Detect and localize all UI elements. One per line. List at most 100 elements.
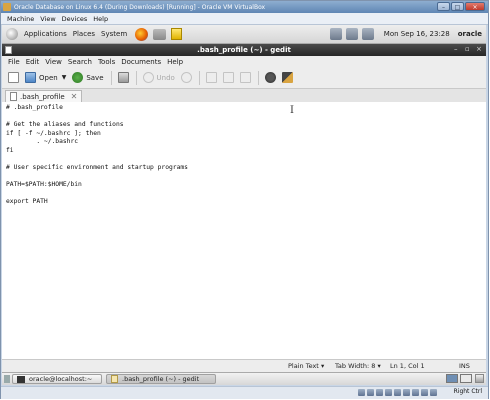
tab-label: .bash_profile xyxy=(20,92,65,101)
print-button[interactable] xyxy=(117,72,129,83)
binoculars-icon xyxy=(264,72,276,83)
tab-close-icon[interactable]: ✕ xyxy=(71,92,78,101)
taskbar-item-terminal[interactable]: oracle@localhost:~ xyxy=(12,374,102,384)
workspace-1[interactable] xyxy=(446,374,458,383)
toolbar-separator xyxy=(110,70,112,85)
vbox-minimize-button[interactable]: – xyxy=(437,2,450,11)
virtualbox-statusbar: Right Ctrl xyxy=(1,386,488,399)
menu-help[interactable]: Help xyxy=(167,58,183,66)
updates-icon[interactable] xyxy=(361,28,374,40)
show-desktop-icon[interactable] xyxy=(4,375,10,383)
panel-user-name[interactable]: oracle xyxy=(458,30,482,38)
vbox-close-button[interactable]: × xyxy=(465,2,485,11)
undo-icon xyxy=(142,72,154,83)
cut-button[interactable] xyxy=(205,72,217,83)
places-menu[interactable]: Places xyxy=(73,30,95,38)
language-chevron-icon: ▾ xyxy=(320,362,325,370)
tab-width-selector[interactable]: Tab Width: 8 ▾ xyxy=(335,362,381,370)
copy-button[interactable] xyxy=(222,72,234,83)
open-button[interactable]: Open ▼ xyxy=(25,72,66,83)
new-document-button[interactable] xyxy=(8,72,19,83)
document-tabbar: .bash_profile ✕ xyxy=(2,89,486,103)
replace-button[interactable] xyxy=(281,72,293,83)
taskbar-item-label: oracle@localhost:~ xyxy=(29,375,93,383)
gnome-foot-icon[interactable] xyxy=(6,28,18,40)
new-document-icon xyxy=(8,72,19,83)
find-replace-icon xyxy=(281,72,293,83)
shared-folders-icon[interactable] xyxy=(385,389,392,396)
virtualbox-titlebar[interactable]: Oracle Database on Linux 6.4 (During Dow… xyxy=(1,1,488,13)
display-status-icon[interactable] xyxy=(403,389,410,396)
cursor-position: Ln 1, Col 1 xyxy=(390,362,425,370)
network-icon[interactable] xyxy=(345,28,358,40)
terminal-icon xyxy=(17,375,25,383)
undo-button-label: Undo xyxy=(156,73,175,82)
menu-file[interactable]: File xyxy=(8,58,20,66)
menu-view[interactable]: View xyxy=(45,58,62,66)
virtualbox-menubar: Machine View Devices Help xyxy=(1,13,488,25)
vbox-menu-view[interactable]: View xyxy=(40,15,55,23)
host-key-label: Right Ctrl xyxy=(453,388,482,395)
settings-launcher-icon[interactable] xyxy=(153,28,167,40)
document-icon xyxy=(10,92,17,101)
language-selector[interactable]: Plain Text ▾ xyxy=(288,362,324,370)
system-menu[interactable]: System xyxy=(101,30,127,38)
menu-tools[interactable]: Tools xyxy=(98,58,115,66)
gedit-app-icon xyxy=(5,46,12,54)
usb-status-icon[interactable] xyxy=(376,389,383,396)
workspace-2[interactable] xyxy=(460,374,472,383)
toolbar-separator xyxy=(257,70,259,85)
redo-button[interactable] xyxy=(180,72,192,83)
menu-documents[interactable]: Documents xyxy=(121,58,161,66)
open-folder-icon xyxy=(25,72,36,83)
taskbar-item-label: .bash_profile (~) - gedit xyxy=(122,375,200,383)
notes-launcher-icon[interactable] xyxy=(171,28,183,40)
redo-icon xyxy=(180,72,192,83)
trash-icon[interactable] xyxy=(475,374,484,383)
gedit-titlebar[interactable]: .bash_profile (~) - gedit – ▫ × xyxy=(2,44,486,56)
paste-button[interactable] xyxy=(239,72,251,83)
vbox-menu-help[interactable]: Help xyxy=(93,15,108,23)
cdrom-status-icon[interactable] xyxy=(367,389,374,396)
print-icon xyxy=(117,72,129,83)
text-editor-area[interactable]: # .bash_profile # Get the aliases and fu… xyxy=(2,102,486,360)
firefox-launcher-icon[interactable] xyxy=(135,27,149,41)
vbox-menu-devices[interactable]: Devices xyxy=(62,15,88,23)
language-label: Plain Text xyxy=(288,362,319,370)
volume-icon[interactable] xyxy=(329,28,342,40)
editor-content[interactable]: # .bash_profile # Get the aliases and fu… xyxy=(6,104,188,206)
menu-search[interactable]: Search xyxy=(68,58,92,66)
toolbar-separator xyxy=(198,70,200,85)
taskbar-item-gedit[interactable]: .bash_profile (~) - gedit xyxy=(106,374,216,384)
virtualbox-icon xyxy=(3,3,11,11)
capture-status-icon[interactable] xyxy=(412,389,419,396)
gnome-bottom-panel: oracle@localhost:~ .bash_profile (~) - g… xyxy=(2,372,486,385)
applications-menu[interactable]: Applications xyxy=(24,30,67,38)
virtualbox-window-title: Oracle Database on Linux 6.4 (During Dow… xyxy=(14,3,266,11)
save-button[interactable]: Save xyxy=(72,72,104,83)
gedit-maximize-button[interactable]: ▫ xyxy=(465,45,470,53)
toolbar-separator xyxy=(135,70,137,85)
insert-mode-indicator: INS xyxy=(459,362,470,370)
tab-bash-profile[interactable]: .bash_profile ✕ xyxy=(5,90,83,102)
find-button[interactable] xyxy=(264,72,276,83)
gedit-statusbar: Plain Text ▾ Tab Width: 8 ▾ Ln 1, Col 1 … xyxy=(2,360,486,372)
hdd-status-icon[interactable] xyxy=(358,389,365,396)
open-dropdown-chevron-icon[interactable]: ▼ xyxy=(62,74,67,81)
gedit-minimize-button[interactable]: – xyxy=(454,45,458,53)
menu-edit[interactable]: Edit xyxy=(26,58,40,66)
undo-button[interactable]: Undo xyxy=(142,72,175,83)
gedit-close-button[interactable]: × xyxy=(476,45,482,53)
save-icon xyxy=(72,72,84,83)
panel-clock[interactable]: Mon Sep 16, 23:28 xyxy=(384,30,450,38)
network-status-icon[interactable] xyxy=(394,389,401,396)
vbox-maximize-button[interactable]: □ xyxy=(451,2,464,11)
mouse-ibeam-cursor: I xyxy=(290,105,294,116)
paste-icon xyxy=(239,72,251,83)
keyboard-capture-icon[interactable] xyxy=(430,389,437,396)
tab-width-label: Tab Width: 8 xyxy=(335,362,376,370)
open-button-label: Open xyxy=(39,73,58,82)
vbox-menu-machine[interactable]: Machine xyxy=(7,15,34,23)
copy-icon xyxy=(222,72,234,83)
mouse-integration-icon[interactable] xyxy=(421,389,428,396)
